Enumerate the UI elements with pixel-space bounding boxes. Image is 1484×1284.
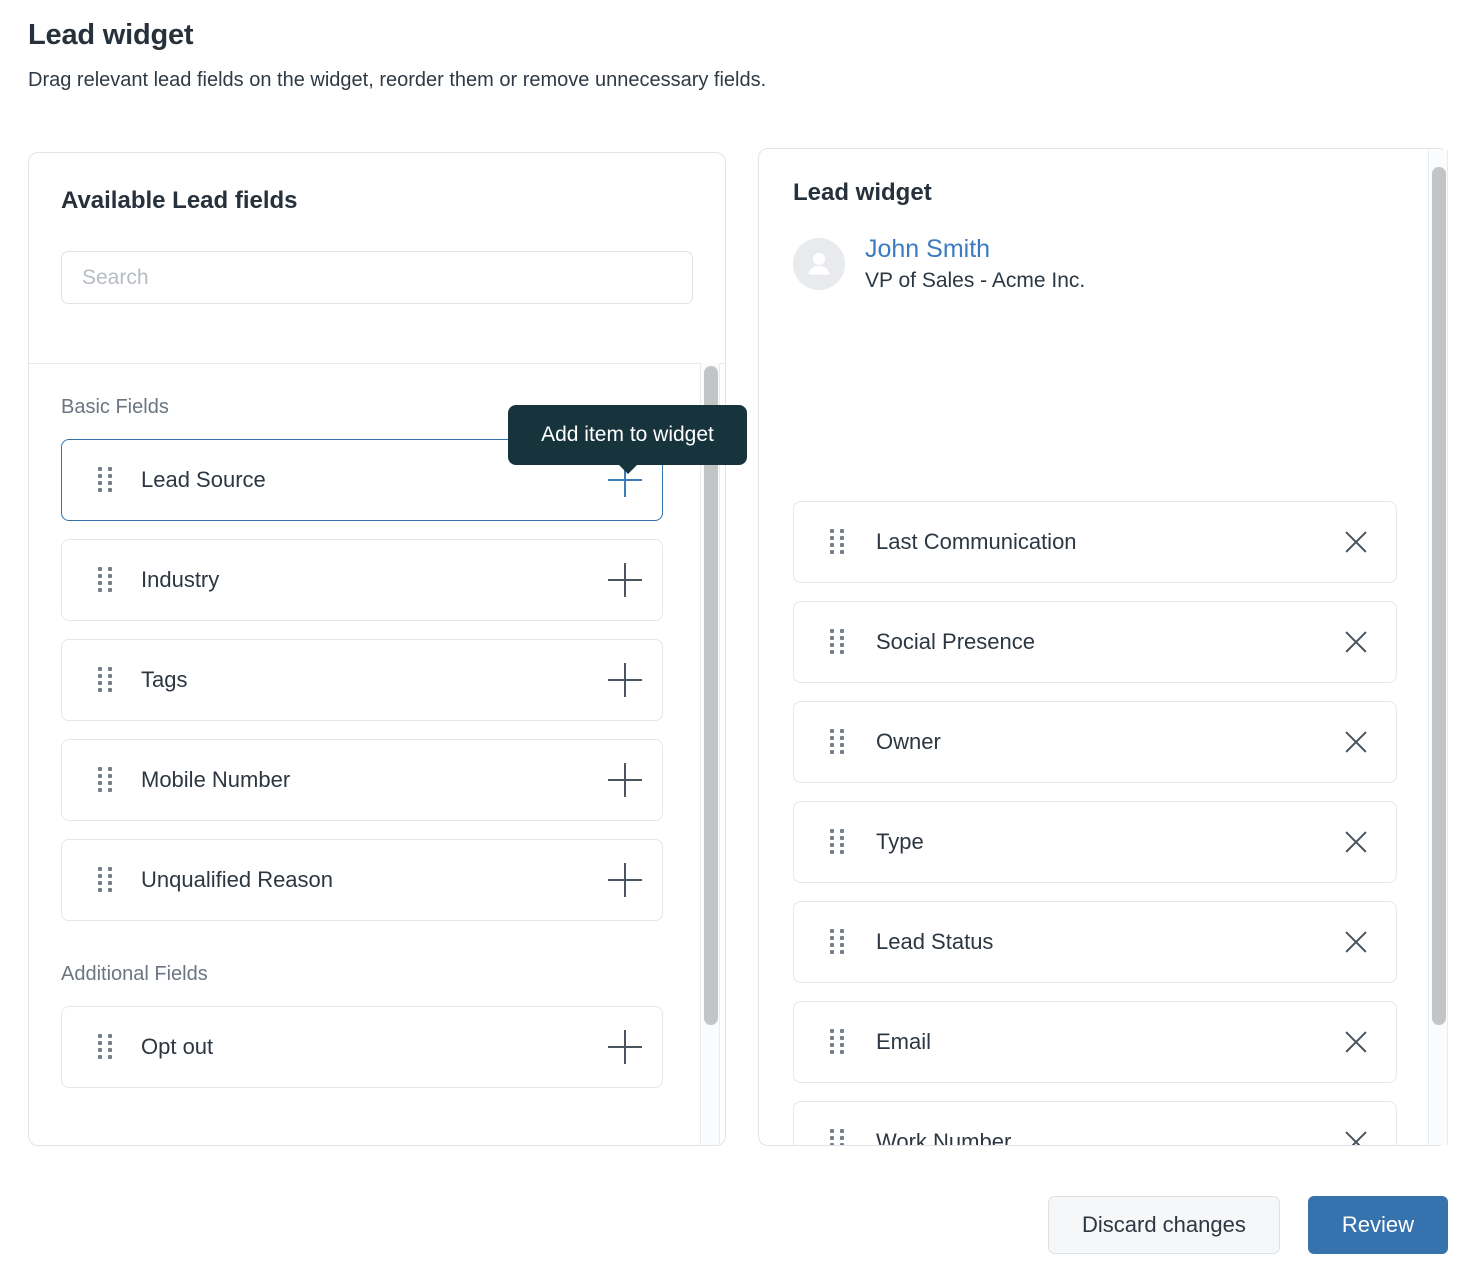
drag-handle-icon[interactable] (830, 929, 844, 955)
review-button[interactable]: Review (1307, 1196, 1448, 1254)
widget-field-row-work-number[interactable]: Work Number (793, 1101, 1397, 1146)
search-field-wrapper[interactable] (61, 251, 693, 304)
lead-widget-scroll-region: Last Communication Social Presence Owner… (759, 501, 1447, 1146)
available-field-row-mobile-number[interactable]: Mobile Number (61, 739, 663, 821)
plus-icon[interactable] (608, 863, 642, 897)
close-icon[interactable] (1342, 1128, 1370, 1145)
tooltip-add-item: Add item to widget (508, 405, 747, 474)
tooltip-arrow (618, 464, 638, 474)
available-fields-scrollbar[interactable] (700, 363, 720, 1145)
widget-field-row-last-communication[interactable]: Last Communication (793, 501, 1397, 583)
person-avatar-icon (793, 237, 845, 290)
close-icon[interactable] (1342, 1028, 1370, 1056)
available-field-row-opt-out[interactable]: Opt out (61, 1006, 663, 1088)
lead-widget-scrollbar[interactable] (1428, 150, 1448, 1145)
search-input[interactable] (80, 264, 674, 291)
lead-widget-fields-list: Last Communication Social Presence Owner… (759, 501, 1447, 1146)
plus-icon[interactable] (608, 763, 642, 797)
widget-field-row-lead-status[interactable]: Lead Status (793, 901, 1397, 983)
available-fields-scroll-region: Basic Fields Lead Source Industry Tags M… (29, 364, 725, 1145)
widget-field-label: Work Number (876, 1129, 1012, 1146)
close-icon[interactable] (1342, 928, 1370, 956)
available-field-row-industry[interactable]: Industry (61, 539, 663, 621)
drag-handle-icon[interactable] (98, 767, 112, 793)
lead-identity-text: John Smith VP of Sales - Acme Inc. (865, 235, 1085, 293)
footer-actions: Discard changes Review (1047, 1196, 1448, 1254)
drag-handle-icon[interactable] (830, 729, 844, 755)
drag-handle-icon[interactable] (830, 1029, 844, 1055)
page-title: Lead widget (28, 19, 194, 51)
lead-widget-header: Lead widget John Smith VP of Sales - Acm… (759, 149, 1447, 293)
close-icon[interactable] (1342, 828, 1370, 856)
drag-handle-icon[interactable] (98, 1034, 112, 1060)
page-header: Lead widget Drag relevant lead fields on… (28, 18, 1448, 93)
plus-icon[interactable] (608, 563, 642, 597)
available-field-label: Opt out (141, 1034, 214, 1059)
available-field-label: Unqualified Reason (141, 867, 334, 892)
widget-field-row-email[interactable]: Email (793, 1001, 1397, 1083)
available-field-label: Tags (141, 667, 188, 692)
drag-handle-icon[interactable] (98, 567, 112, 593)
available-field-row-unqualified-reason[interactable]: Unqualified Reason (61, 839, 663, 921)
lead-name-link[interactable]: John Smith (865, 235, 1085, 264)
widget-field-label: Email (876, 1029, 932, 1054)
widget-field-label: Lead Status (876, 929, 994, 954)
drag-handle-icon[interactable] (98, 467, 112, 493)
available-field-label: Lead Source (141, 467, 266, 492)
page-subtitle: Drag relevant lead fields on the widget,… (28, 68, 767, 91)
drag-handle-icon[interactable] (830, 1129, 844, 1145)
drag-handle-icon[interactable] (830, 829, 844, 855)
drag-handle-icon[interactable] (830, 529, 844, 555)
available-field-label: Industry (141, 567, 220, 592)
widget-field-row-social-presence[interactable]: Social Presence (793, 601, 1397, 683)
lead-widget-panel: Lead widget John Smith VP of Sales - Acm… (758, 148, 1448, 1146)
available-lead-fields-panel: Available Lead fields Basic Fields Lead … (28, 152, 726, 1146)
scrollbar-thumb[interactable] (1432, 167, 1446, 1025)
widget-field-label: Last Communication (876, 529, 1077, 554)
widget-field-label: Owner (876, 729, 941, 754)
available-field-row-tags[interactable]: Tags (61, 639, 663, 721)
plus-icon[interactable] (608, 1030, 642, 1064)
available-panel-header: Available Lead fields (29, 153, 725, 304)
tooltip-label: Add item to widget (541, 423, 714, 446)
close-icon[interactable] (1342, 728, 1370, 756)
widget-field-label: Type (876, 829, 924, 854)
group-label-additional-fields: Additional Fields (61, 963, 208, 985)
close-icon[interactable] (1342, 528, 1370, 556)
available-panel-heading: Available Lead fields (61, 187, 298, 214)
discard-changes-button[interactable]: Discard changes (1047, 1196, 1280, 1254)
drag-handle-icon[interactable] (98, 667, 112, 693)
plus-icon[interactable] (608, 663, 642, 697)
lead-role-text: VP of Sales - Acme Inc. (865, 268, 1086, 292)
drag-handle-icon[interactable] (98, 867, 112, 893)
widget-field-label: Social Presence (876, 629, 1035, 654)
close-icon[interactable] (1342, 628, 1370, 656)
widget-field-row-type[interactable]: Type (793, 801, 1397, 883)
lead-identity: John Smith VP of Sales - Acme Inc. (793, 235, 1413, 293)
available-field-label: Mobile Number (141, 767, 291, 792)
lead-widget-heading: Lead widget (793, 179, 932, 206)
drag-handle-icon[interactable] (830, 629, 844, 655)
widget-field-row-owner[interactable]: Owner (793, 701, 1397, 783)
